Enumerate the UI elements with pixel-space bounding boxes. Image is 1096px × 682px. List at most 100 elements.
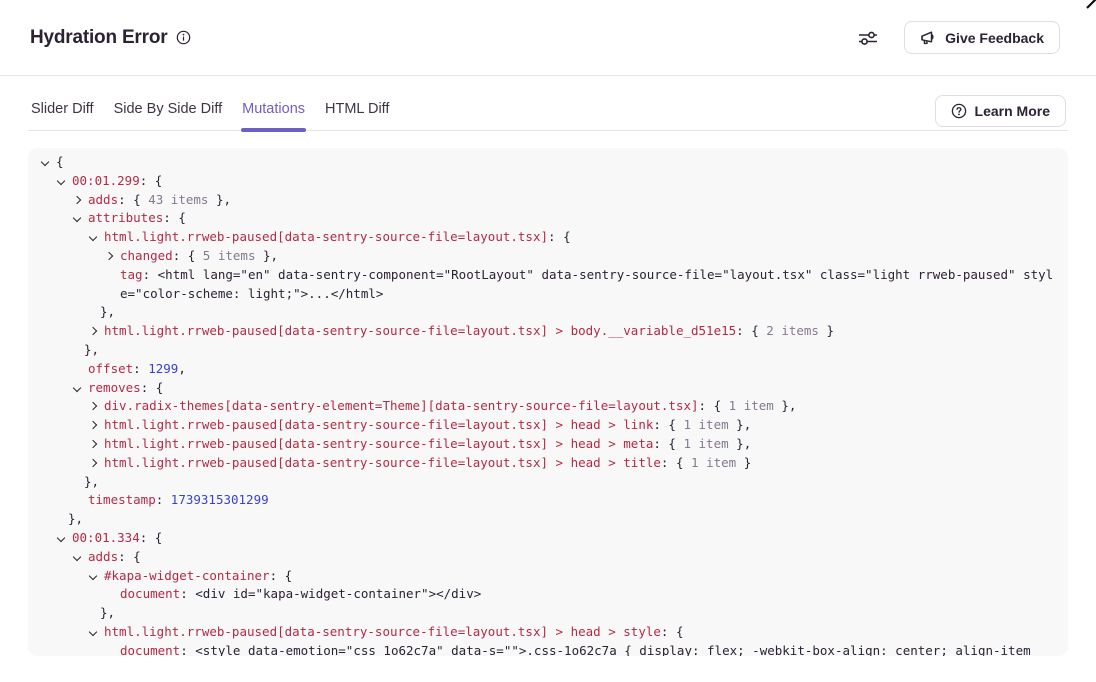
chevron-down-icon[interactable] [73,552,81,560]
tree-segment: removes [88,380,141,395]
tree-line[interactable]: html.light.rrweb-paused[data-sentry-sour… [28,416,1060,435]
tree-segment: html.light.rrweb-paused[data-sentry-sour… [104,323,736,338]
chevron-down-icon[interactable] [89,628,97,636]
give-feedback-label: Give Feedback [945,30,1044,46]
tree-segment: : { [661,455,691,470]
tree-line[interactable]: 00:01.334: { [28,529,1060,548]
tree-segment: offset [88,361,133,376]
tree-line[interactable]: adds: { 43 items }, [28,191,1060,210]
tree-segment: 1 item [683,417,728,432]
tree-segment: adds [88,192,118,207]
tree-segment: : { [118,549,141,564]
sliders-icon [858,29,878,47]
tree-line[interactable]: html.light.rrweb-paused[data-sentry-sour… [28,454,1060,473]
tab-mutations[interactable]: Mutations [241,101,306,130]
tree-segment: document [120,586,180,601]
tree-segment: 1 item [691,455,736,470]
chevron-right-icon[interactable] [89,327,97,335]
tree-segment: }, [729,436,752,451]
learn-more-button[interactable]: Learn More [935,95,1066,127]
tree-line[interactable]: #kapa-widget-container: { [28,567,1060,586]
learn-more-label: Learn More [975,103,1050,119]
tree-segment: : [133,361,148,376]
chevron-right-icon[interactable] [73,195,81,203]
chevron-right-icon[interactable] [89,421,97,429]
tree-segment: 2 items [766,323,819,338]
tree-segment: 1 item [729,398,774,413]
tree-line: }, [28,473,1060,492]
tree-segment: 00:01.299 [72,173,140,188]
tree-segment: }, [100,304,115,319]
info-icon[interactable] [176,30,191,45]
tree-line: }, [28,303,1060,322]
question-circle-icon [951,103,967,119]
chevron-down-icon[interactable] [57,177,65,185]
tree-segment: html.light.rrweb-paused[data-sentry-sour… [104,417,653,432]
tree-segment: #kapa-widget-container [104,568,270,583]
chevron-right-icon[interactable] [89,459,97,467]
tree-line: }, [28,341,1060,360]
chevron-right-icon[interactable] [89,440,97,448]
tree-segment: : { [141,380,164,395]
tree-line[interactable]: attributes: { [28,209,1060,228]
tree-line[interactable]: html.light.rrweb-paused[data-sentry-sour… [28,623,1060,642]
tree-line: }, [28,510,1060,529]
tree-segment: : { [548,229,571,244]
tree-segment: : { [140,530,163,545]
tree-segment: html.light.rrweb-paused[data-sentry-sour… [104,229,548,244]
tree-line[interactable]: { [28,153,1060,172]
chevron-down-icon[interactable] [73,383,81,391]
tree-line: document: <style data-emotion="css 1o62c… [28,642,1060,656]
tree-line[interactable]: 00:01.299: { [28,172,1060,191]
tree-segment: html.light.rrweb-paused[data-sentry-sour… [104,624,661,639]
tree-segment: : { [653,417,683,432]
chevron-down-icon[interactable] [89,571,97,579]
tree-segment: attributes [88,210,163,225]
tree-line[interactable]: html.light.rrweb-paused[data-sentry-sour… [28,228,1060,247]
megaphone-icon [920,30,937,46]
tree-line: document: <div id="kapa-widget-container… [28,585,1060,604]
tree-segment: : { [173,248,203,263]
tree-segment: <style data-emotion="css 1o62c7a" data-s… [195,643,1030,656]
chevron-down-icon[interactable] [57,534,65,542]
tabs-bar: Slider Diff Side By Side Diff Mutations … [28,76,1068,131]
chevron-down-icon[interactable] [41,158,49,166]
tree-line[interactable]: html.light.rrweb-paused[data-sentry-sour… [28,322,1060,341]
tree-segment: } [819,323,834,338]
tree-segment: adds [88,549,118,564]
tree-line[interactable]: html.light.rrweb-paused[data-sentry-sour… [28,435,1060,454]
tree-segment: tag [120,267,143,282]
tab-side-by-side-diff[interactable]: Side By Side Diff [113,101,224,130]
tree-segment: : { [736,323,766,338]
tree-segment: timestamp [88,492,156,507]
tree-segment: <html lang="en" data-sentry-component="R… [120,267,1053,301]
tree-segment: : { [118,192,148,207]
tree-segment: }, [84,474,99,489]
tree-segment: : [180,586,195,601]
tree-segment: 1739315301299 [171,492,269,507]
give-feedback-button[interactable]: Give Feedback [904,21,1060,54]
header-actions: Give Feedback [858,21,1060,54]
tree-segment: 1299 [148,361,178,376]
chevron-right-icon[interactable] [89,402,97,410]
tree-line: offset: 1299, [28,360,1060,379]
tab-html-diff[interactable]: HTML Diff [324,101,390,130]
settings-sliders-button[interactable] [858,29,878,47]
tree-segment: , [178,361,186,376]
tree-segment: 00:01.334 [72,530,140,545]
tree-segment: }, [208,192,231,207]
chevron-right-icon[interactable] [105,252,113,260]
tree-line[interactable]: removes: { [28,379,1060,398]
chevron-down-icon[interactable] [89,233,97,241]
tree-line[interactable]: adds: { [28,548,1060,567]
tree-line[interactable]: div.radix-themes[data-sentry-element=The… [28,397,1060,416]
chevron-down-icon[interactable] [73,214,81,222]
tree-segment: }, [774,398,797,413]
tree-segment: { [56,154,64,169]
tree-line[interactable]: changed: { 5 items }, [28,247,1060,266]
tree-segment: <div id="kapa-widget-container"></div> [195,586,481,601]
tree-segment: html.light.rrweb-paused[data-sentry-sour… [104,455,661,470]
tree-segment: }, [729,417,752,432]
tab-slider-diff[interactable]: Slider Diff [30,101,95,130]
tree-segment: 5 items [203,248,256,263]
